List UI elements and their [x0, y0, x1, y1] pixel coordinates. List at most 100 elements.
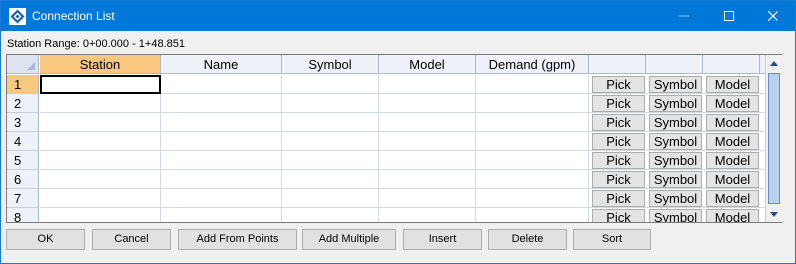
row-header[interactable]: 2: [7, 94, 39, 113]
model-cell[interactable]: [379, 189, 476, 208]
pick-button[interactable]: Pick: [592, 152, 645, 169]
add-from-points-button[interactable]: Add From Points: [178, 229, 297, 250]
station-cell[interactable]: [40, 170, 161, 189]
demand-cell[interactable]: [476, 75, 589, 94]
model-cell[interactable]: [379, 208, 476, 222]
model-cell[interactable]: [379, 132, 476, 151]
model-button[interactable]: Model: [706, 114, 759, 131]
demand-cell[interactable]: [476, 94, 589, 113]
close-button[interactable]: [750, 1, 795, 31]
symbol-button[interactable]: Symbol: [649, 95, 702, 112]
pick-button[interactable]: Pick: [592, 76, 645, 93]
station-cell[interactable]: [40, 189, 161, 208]
name-cell[interactable]: [161, 94, 282, 113]
column-header-model[interactable]: Model: [379, 55, 476, 74]
select-all-icon: [27, 62, 35, 70]
scroll-up-button[interactable]: [766, 55, 782, 71]
name-cell[interactable]: [161, 170, 282, 189]
symbol-button[interactable]: Symbol: [649, 114, 702, 131]
symbol-button[interactable]: Symbol: [649, 152, 702, 169]
column-header-model-button: [703, 55, 760, 74]
vertical-scrollbar[interactable]: [765, 55, 782, 222]
model-cell[interactable]: [379, 113, 476, 132]
grid-corner[interactable]: [7, 55, 39, 74]
symbol-cell[interactable]: [282, 132, 379, 151]
model-button[interactable]: Model: [706, 171, 759, 188]
model-button[interactable]: Model: [706, 76, 759, 93]
name-cell[interactable]: [161, 208, 282, 222]
symbol-cell[interactable]: [282, 94, 379, 113]
row-header[interactable]: 8: [7, 208, 39, 222]
maximize-button[interactable]: [706, 1, 751, 31]
model-button[interactable]: Model: [706, 190, 759, 207]
row-header[interactable]: 4: [7, 132, 39, 151]
row-header[interactable]: 5: [7, 151, 39, 170]
pick-button[interactable]: Pick: [592, 171, 645, 188]
model-button[interactable]: Model: [706, 209, 759, 222]
insert-button[interactable]: Insert: [403, 229, 482, 250]
sort-button[interactable]: Sort: [573, 229, 651, 250]
minimize-button[interactable]: [661, 1, 706, 31]
column-header-symbol[interactable]: Symbol: [282, 55, 379, 74]
pick-button[interactable]: Pick: [592, 95, 645, 112]
symbol-button[interactable]: Symbol: [649, 190, 702, 207]
row-header[interactable]: 1: [7, 75, 39, 94]
arrow-up-icon: [770, 60, 778, 66]
model-button[interactable]: Model: [706, 95, 759, 112]
row-header[interactable]: 7: [7, 189, 39, 208]
delete-button[interactable]: Delete: [488, 229, 567, 250]
symbol-button[interactable]: Symbol: [649, 76, 702, 93]
name-cell[interactable]: [161, 151, 282, 170]
close-icon: [767, 11, 778, 21]
station-cell[interactable]: [40, 132, 161, 151]
demand-cell[interactable]: [476, 113, 589, 132]
column-header-name[interactable]: Name: [161, 55, 282, 74]
symbol-cell[interactable]: [282, 189, 379, 208]
demand-cell[interactable]: [476, 208, 589, 222]
app-logo-icon: [9, 8, 26, 25]
station-range-label: Station Range: 0+00.000 - 1+48.851: [7, 38, 185, 50]
station-cell[interactable]: [40, 208, 161, 222]
ok-button[interactable]: OK: [6, 229, 85, 250]
column-header-station[interactable]: Station: [40, 55, 161, 74]
row-header[interactable]: 6: [7, 170, 39, 189]
symbol-button[interactable]: Symbol: [649, 133, 702, 150]
pick-button[interactable]: Pick: [592, 114, 645, 131]
demand-cell[interactable]: [476, 151, 589, 170]
demand-cell[interactable]: [476, 132, 589, 151]
name-cell[interactable]: [161, 113, 282, 132]
add-multiple-button[interactable]: Add Multiple: [302, 229, 396, 250]
symbol-cell[interactable]: [282, 208, 379, 222]
symbol-button[interactable]: Symbol: [649, 209, 702, 222]
symbol-cell[interactable]: [282, 170, 379, 189]
model-cell[interactable]: [379, 151, 476, 170]
station-cell[interactable]: [40, 151, 161, 170]
name-cell[interactable]: [161, 75, 282, 94]
model-button[interactable]: Model: [706, 152, 759, 169]
model-button[interactable]: Model: [706, 133, 759, 150]
row-header[interactable]: 3: [7, 113, 39, 132]
model-cell[interactable]: [379, 94, 476, 113]
station-cell[interactable]: [40, 75, 161, 94]
symbol-cell[interactable]: [282, 75, 379, 94]
station-cell[interactable]: [40, 94, 161, 113]
name-cell[interactable]: [161, 189, 282, 208]
title-bar[interactable]: Connection List: [1, 1, 795, 31]
model-cell[interactable]: [379, 170, 476, 189]
symbol-button[interactable]: Symbol: [649, 171, 702, 188]
name-cell[interactable]: [161, 132, 282, 151]
station-cell[interactable]: [40, 113, 161, 132]
scroll-thumb[interactable]: [768, 73, 780, 204]
column-header-demand[interactable]: Demand (gpm): [476, 55, 589, 74]
symbol-cell[interactable]: [282, 113, 379, 132]
connection-grid[interactable]: Station Name Symbol Model Demand (gpm) 1…: [6, 54, 782, 223]
model-cell[interactable]: [379, 75, 476, 94]
pick-button[interactable]: Pick: [592, 133, 645, 150]
demand-cell[interactable]: [476, 170, 589, 189]
pick-button[interactable]: Pick: [592, 209, 645, 222]
demand-cell[interactable]: [476, 189, 589, 208]
cancel-button[interactable]: Cancel: [92, 229, 171, 250]
scroll-down-button[interactable]: [766, 206, 782, 222]
symbol-cell[interactable]: [282, 151, 379, 170]
pick-button[interactable]: Pick: [592, 190, 645, 207]
